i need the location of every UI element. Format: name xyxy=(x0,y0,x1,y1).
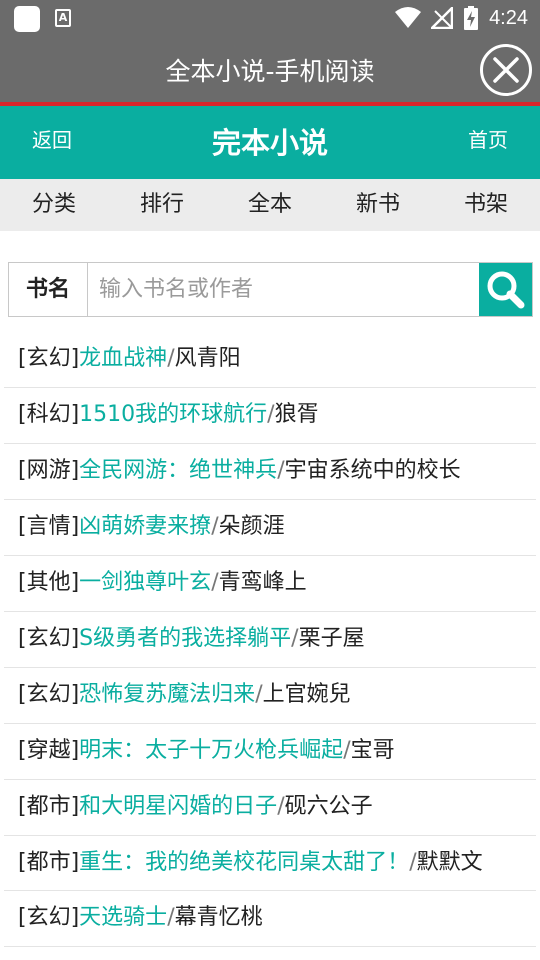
site-logo-title: 完本小说 xyxy=(211,126,328,160)
search-icon xyxy=(487,271,525,309)
window-titlebar: 全本小说-手机阅读 xyxy=(0,36,540,102)
book-title-link[interactable]: 重生：我的绝美校花同桌太甜了！ xyxy=(79,850,409,875)
book-category: [都市] xyxy=(18,850,80,875)
keyboard-a-icon: A xyxy=(55,9,71,27)
search-button[interactable] xyxy=(479,263,532,316)
list-item: [言情]凶萌娇妻来撩/朵颜涯 xyxy=(4,500,536,556)
book-category: [科幻] xyxy=(18,402,80,427)
list-item: [都市]重生：我的绝美校花同桌太甜了！/默默文 xyxy=(4,836,536,891)
list-item: [都市]和大明星闪婚的日子/砚六公子 xyxy=(4,780,536,836)
close-icon xyxy=(493,57,519,83)
status-icons: 4:24 xyxy=(395,4,528,32)
book-title-link[interactable]: 恐怖复苏魔法归来 xyxy=(79,682,255,707)
window-title: 全本小说-手机阅读 xyxy=(165,57,375,86)
app-notification-icon xyxy=(14,6,40,32)
clock: 4:24 xyxy=(489,6,528,29)
book-title-link[interactable]: 明末：太子十万火枪兵崛起 xyxy=(79,738,343,763)
list-item: [其他]一剑独尊叶玄/青鸾峰上 xyxy=(4,556,536,612)
close-button[interactable] xyxy=(480,44,532,96)
search-type-label: 书名 xyxy=(9,263,88,316)
book-category: [穿越] xyxy=(18,738,80,763)
book-category: [其他] xyxy=(18,570,80,595)
book-author: 上官婉兒 xyxy=(262,682,351,707)
book-author: 宇宙系统中的校长 xyxy=(284,458,461,483)
wifi-icon xyxy=(395,7,422,28)
book-author: 朵颜涯 xyxy=(218,514,285,539)
site-header: 返回 完本小说 首页 xyxy=(0,106,540,179)
book-author: 砚六公子 xyxy=(284,794,373,819)
book-title-link[interactable]: 全民网游：绝世神兵 xyxy=(79,458,277,483)
book-title-link[interactable]: 和大明星闪婚的日子 xyxy=(79,794,277,819)
book-category: [网游] xyxy=(18,458,80,483)
book-title-link[interactable]: 一剑独尊叶玄 xyxy=(79,570,211,595)
list-item: [玄幻]S级勇者的我选择躺平/栗子屋 xyxy=(4,612,536,668)
book-author: 幕青忆桃 xyxy=(174,905,263,930)
nav-item-category[interactable]: 分类 xyxy=(0,179,108,231)
book-author: 狼胥 xyxy=(274,402,319,427)
book-author: 栗子屋 xyxy=(298,626,365,651)
book-title-link[interactable]: 天选骑士 xyxy=(79,905,167,930)
battery-charging-icon xyxy=(464,6,479,30)
book-category: [玄幻] xyxy=(18,905,80,930)
category-nav: 分类 排行 全本 新书 书架 xyxy=(0,179,540,231)
search-bar: 书名 xyxy=(8,262,533,317)
nav-item-bookshelf[interactable]: 书架 xyxy=(432,179,540,231)
book-category: [玄幻] xyxy=(18,682,80,707)
book-author: 风青阳 xyxy=(174,346,241,371)
list-item: [玄幻]天选骑士/幕青忆桃 xyxy=(4,891,536,947)
list-item: [穿越]明末：太子十万火枪兵崛起/宝哥 xyxy=(4,724,536,780)
nav-item-new-books[interactable]: 新书 xyxy=(324,179,432,231)
no-signal-icon xyxy=(431,7,454,29)
book-category: [玄幻] xyxy=(18,346,80,371)
book-author: 宝哥 xyxy=(350,738,395,763)
book-title-link[interactable]: 凶萌娇妻来撩 xyxy=(79,514,211,539)
list-item: [玄幻]龙血战神/风青阳 xyxy=(4,332,536,388)
list-item: [网游]全民网游：绝世神兵/宇宙系统中的校长 xyxy=(4,444,536,500)
nav-item-complete[interactable]: 全本 xyxy=(216,179,324,231)
nav-item-ranking[interactable]: 排行 xyxy=(108,179,216,231)
status-bar: A 4:24 xyxy=(0,0,540,36)
search-input[interactable] xyxy=(89,263,479,316)
book-title-link[interactable]: 1510我的环球航行 xyxy=(79,402,267,427)
book-title-link[interactable]: 龙血战神 xyxy=(79,346,167,371)
book-category: [玄幻] xyxy=(18,626,80,651)
book-list: [玄幻]龙血战神/风青阳 [科幻]1510我的环球航行/狼胥 [网游]全民网游：… xyxy=(0,332,540,947)
book-category: [言情] xyxy=(18,514,80,539)
list-item: [玄幻]恐怖复苏魔法归来/上官婉兒 xyxy=(4,668,536,724)
book-category: [都市] xyxy=(18,794,80,819)
home-link[interactable]: 首页 xyxy=(468,124,508,153)
book-author: 青鸾峰上 xyxy=(218,570,307,595)
book-title-link[interactable]: S级勇者的我选择躺平 xyxy=(79,626,291,651)
list-item: [科幻]1510我的环球航行/狼胥 xyxy=(4,388,536,444)
book-author: 默默文 xyxy=(416,850,483,875)
